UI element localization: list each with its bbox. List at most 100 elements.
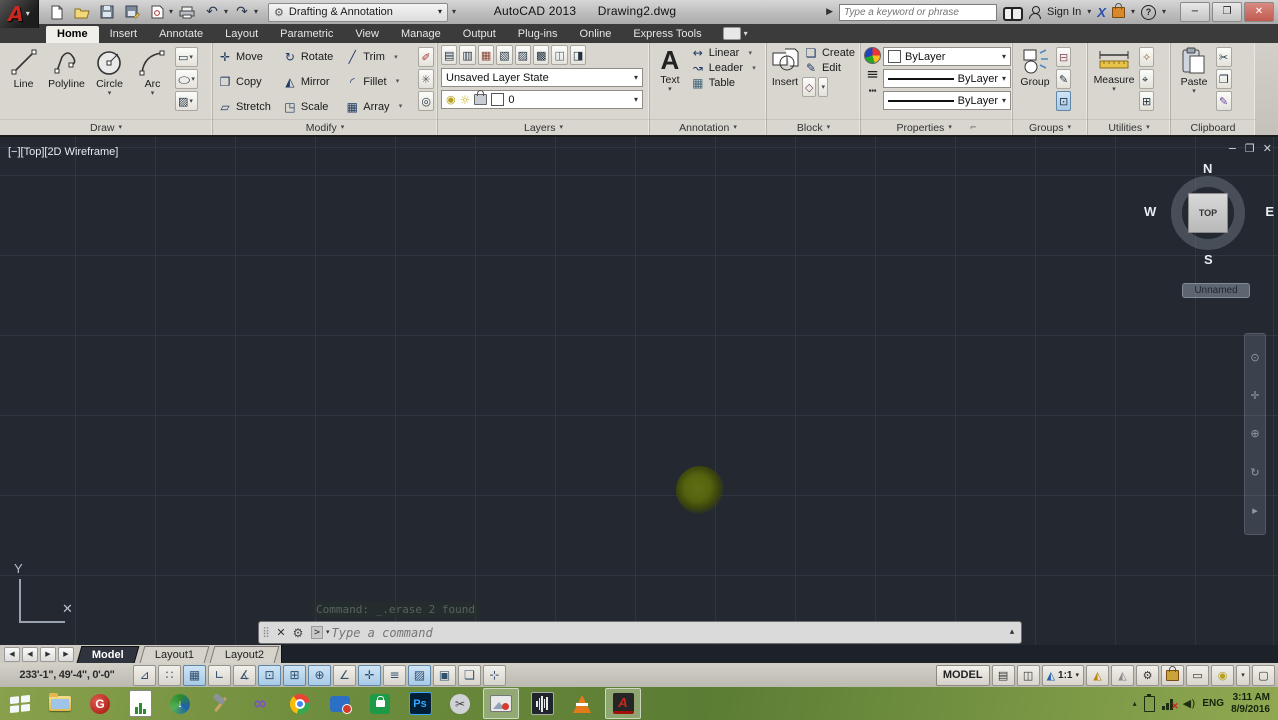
ungroup-button[interactable]: ⊟ [1056,47,1072,67]
command-close-icon[interactable]: ✕ [273,627,289,638]
toolbar-lock-button[interactable] [1161,664,1184,686]
leader-button[interactable]: ↝ Leader ▾ [689,62,763,74]
annotation-scale-button[interactable]: ◭ 1:1 ▾ [1041,664,1084,686]
compass-north[interactable]: N [1203,161,1212,176]
viewport-controls[interactable]: [−][Top][2D Wireframe] [8,146,118,158]
network-icon[interactable]: ✕ [1161,698,1179,711]
print-button[interactable] [176,3,198,21]
language-indicator[interactable]: ENG [1202,698,1224,709]
explode-button[interactable]: ✳ [418,69,434,89]
hardware-acceleration-button[interactable]: ▭ [1186,664,1209,686]
linear-dimension-button[interactable]: ↔ Linear ▾ [689,47,763,59]
help-icon[interactable]: ? [1140,4,1156,20]
audio-editor-button[interactable] [525,689,559,718]
wrench-customize-icon[interactable]: ⚙ [289,627,307,639]
orbit-icon[interactable]: ↻ [1250,467,1259,478]
ortho-mode-toggle[interactable]: ∟ [208,664,231,686]
lineweight-dropdown[interactable]: ByLayer ▾ [883,69,1011,88]
table-button[interactable]: ▦ Table [689,77,763,89]
layer-unisolate-button[interactable]: ▧ [496,45,513,65]
tab-manage[interactable]: Manage [390,26,452,43]
viewcube[interactable]: TOP N S W E [1144,161,1274,267]
next-tab-button[interactable]: ▶ [40,646,56,662]
layer-match-button[interactable]: ◨ [569,45,587,65]
measure-button[interactable]: Measure ▾ [1091,45,1137,119]
text-button[interactable]: A Text ▾ [653,45,687,119]
minimize-button[interactable]: − [1180,2,1210,22]
clock[interactable]: 3:11 AM 8/9/2016 [1231,692,1270,715]
dynamic-input-toggle[interactable]: ✛ [358,664,381,686]
snap-mode-toggle[interactable]: ∷ [158,664,181,686]
panel-modify-footer[interactable]: Modify ▾ [213,119,437,135]
ellipse-button[interactable]: ◯ ▾ [175,69,198,89]
quick-view-layouts-button[interactable]: ▤ [991,664,1015,686]
offset-button[interactable]: ◎ [418,91,434,111]
battery-icon[interactable] [1143,693,1155,712]
visual-studio-button[interactable]: ∞ [243,689,277,718]
pan-icon[interactable]: ✛ [1250,390,1259,401]
stretch-button[interactable]: ▱ Stretch [216,94,273,119]
ribbon-display-toggle[interactable]: ▾ [722,27,748,43]
layer-state-dropdown[interactable]: Unsaved Layer State ▾ [441,68,643,87]
fillet-button[interactable]: ◜ Fillet ▾ [343,70,409,95]
tab-plugins[interactable]: Plug-ins [507,26,569,43]
status-menu-button[interactable]: ▾ [1236,664,1250,686]
object-snap-tracking-toggle[interactable]: ⊕ [308,664,331,686]
speaker-icon[interactable]: ◀) [1183,698,1196,709]
block-attributes-flyout[interactable]: ▾ [818,77,828,97]
new-button[interactable] [46,3,68,21]
color-dropdown[interactable]: ByLayer ▾ [883,47,1011,66]
cut-button[interactable]: ✂ [1216,47,1232,67]
group-edit-button[interactable]: ✎ [1056,69,1072,89]
view-name-button[interactable]: Unnamed [1182,283,1250,298]
undo-button[interactable]: ↶ [201,3,223,21]
rotate-button[interactable]: ↻ Rotate [281,45,335,70]
tab-model[interactable]: Model [76,645,140,663]
quick-calculator-button[interactable]: ⊞ [1139,91,1155,111]
document-app-button[interactable] [123,689,157,718]
layer-freeze-button[interactable]: ▨ [514,45,532,65]
move-button[interactable]: ✛ Move [216,45,273,70]
selection-cycling-toggle[interactable]: ❏ [458,664,481,686]
paste-button[interactable]: Paste ▾ [1174,45,1214,119]
zoom-icon[interactable]: ⊕ [1250,428,1259,439]
layer-dropdown[interactable]: ◉ ☼ 0 ▾ [441,90,643,109]
chevron-down-icon[interactable]: ▾ [1087,8,1091,16]
chevron-down-icon[interactable]: ▾ [1162,8,1166,16]
tab-insert[interactable]: Insert [99,26,149,43]
search-input[interactable] [839,3,998,21]
tab-output[interactable]: Output [452,26,507,43]
group-selection-toggle[interactable]: ⊡ [1056,91,1072,111]
lineweight-icon[interactable]: ≡ [864,67,881,82]
chevron-down-icon[interactable]: ▾ [254,8,258,16]
layer-make-current-button[interactable]: ◫ [551,45,568,65]
object-color-icon[interactable] [864,47,881,64]
close-button[interactable]: ✕ [1244,2,1274,22]
restore-button[interactable]: ❐ [1212,2,1242,22]
prev-tab-button[interactable]: ◀ [22,646,38,662]
sign-in-link[interactable]: Sign In [1047,6,1081,18]
tab-home[interactable]: Home [46,26,99,43]
linetype-icon[interactable]: ┅ [864,85,881,98]
drawing-restore-button[interactable]: ❐ [1245,143,1255,154]
arc-button[interactable]: Arc ▾ [132,45,173,119]
save-button[interactable] [96,3,118,21]
tab-online[interactable]: Online [569,26,623,43]
chevron-down-icon[interactable]: ▾ [1131,8,1135,16]
last-tab-button[interactable]: ▶ [58,646,74,662]
model-space-button[interactable]: MODEL [935,664,990,686]
tab-layout2[interactable]: Layout2 [209,645,280,663]
line-button[interactable]: Line [3,45,44,119]
annotation-monitor-toggle[interactable]: ⊹ [483,664,506,686]
start-button[interactable] [3,689,37,718]
layer-states-button[interactable]: ▥ [459,45,476,65]
download-manager-button[interactable]: ↓ [163,689,197,718]
app-menu-button[interactable]: A ▾ [0,0,39,28]
hatch-button[interactable]: ▨ ▾ [175,91,198,111]
grid-display-toggle[interactable]: ▦ [183,664,206,686]
panel-utilities-footer[interactable]: Utilities ▾ [1088,119,1170,135]
drawing-close-button[interactable]: ✕ [1263,143,1272,154]
block-attributes-button[interactable]: ◇ [801,77,817,97]
snipping-tool-button[interactable]: ✂ [443,689,477,718]
clean-screen-button[interactable]: ▢ [1252,664,1275,686]
